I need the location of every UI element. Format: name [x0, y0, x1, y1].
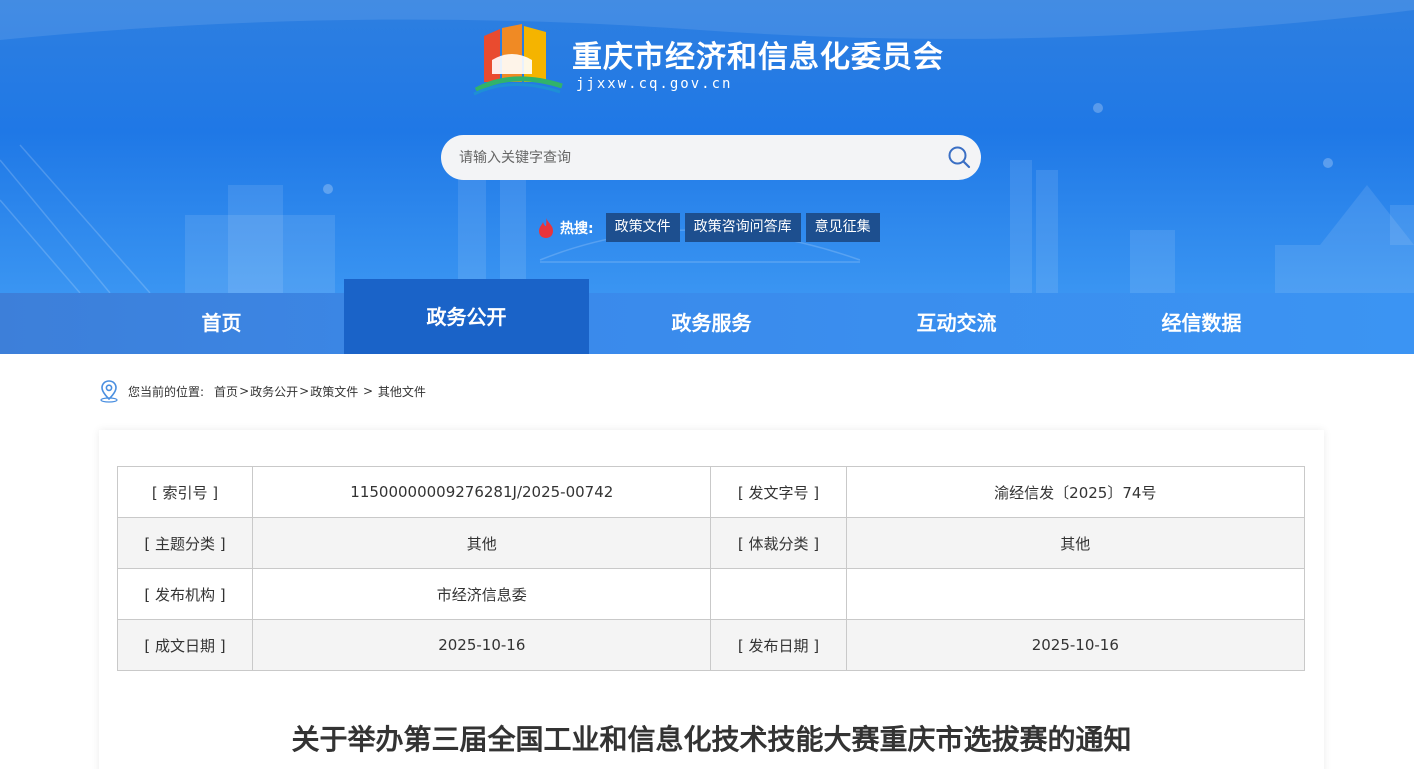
nav-item-home[interactable]: 首页	[99, 293, 344, 354]
hot-search: 热搜: 政策文件 政策咨询问答库 意见征集	[536, 213, 885, 242]
nav-item-government-services[interactable]: 政务服务	[589, 293, 834, 354]
breadcrumb-label: 您当前的位置:	[128, 384, 205, 399]
meta-key	[710, 568, 847, 620]
hot-tag-policy-files[interactable]: 政策文件	[605, 213, 680, 242]
meta-value: 渝经信发〔2025〕74号	[845, 466, 1306, 518]
table-row: [ 索引号 ] 11500000009276281J/2025-00742 [ …	[116, 466, 1306, 518]
breadcrumb-policy-files[interactable]: 政策文件	[310, 383, 358, 400]
search-input[interactable]	[459, 135, 929, 180]
hot-tag-opinion-collection[interactable]: 意见征集	[805, 213, 880, 242]
nav-item-economic-data[interactable]: 经信数据	[1079, 293, 1324, 354]
breadcrumb: 您当前的位置: 首页 > 政务公开 > 政策文件 > 其他文件	[98, 379, 426, 403]
meta-value: 市经济信息委	[252, 568, 712, 620]
meta-key: [ 索引号 ]	[116, 466, 254, 518]
site-domain: jjxxw.cq.gov.cn	[576, 76, 733, 92]
nav-item-government-affairs[interactable]: 政务公开	[344, 279, 589, 354]
breadcrumb-government-affairs[interactable]: 政务公开	[250, 383, 298, 400]
location-pin-icon	[100, 380, 118, 403]
meta-value: 其他	[845, 517, 1306, 569]
table-row: [ 发布机构 ] 市经济信息委	[116, 568, 1306, 620]
meta-value: 其他	[252, 517, 712, 569]
search-icon[interactable]	[947, 145, 971, 169]
search-bar	[441, 135, 981, 180]
meta-key: [ 发布机构 ]	[116, 568, 254, 620]
site-logo	[473, 24, 563, 96]
table-row: [ 主题分类 ] 其他 [ 体裁分类 ] 其他	[116, 517, 1306, 569]
site-header: 重庆市经济和信息化委员会 jjxxw.cq.gov.cn 热搜: 政策文件 政策…	[0, 0, 1414, 293]
document-meta-table: [ 索引号 ] 11500000009276281J/2025-00742 [ …	[116, 466, 1306, 671]
meta-value: 2025-10-16	[252, 619, 712, 671]
meta-value: 2025-10-16	[845, 619, 1306, 671]
meta-key: [ 发布日期 ]	[710, 619, 847, 671]
article-card: [ 索引号 ] 11500000009276281J/2025-00742 [ …	[99, 430, 1324, 769]
main-nav: 首页 政务公开 政务服务 互动交流 经信数据	[0, 279, 1414, 354]
article-title: 关于举办第三届全国工业和信息化技术技能大赛重庆市选拔赛的通知	[291, 723, 1132, 756]
meta-value	[845, 568, 1306, 620]
hot-tag-policy-qa[interactable]: 政策咨询问答库	[684, 213, 801, 242]
nav-item-interaction[interactable]: 互动交流	[834, 293, 1079, 354]
meta-key: [ 发文字号 ]	[710, 466, 847, 518]
fire-icon	[539, 217, 553, 238]
meta-key: [ 主题分类 ]	[116, 517, 254, 569]
meta-value: 11500000009276281J/2025-00742	[252, 466, 712, 518]
meta-key: [ 成文日期 ]	[116, 619, 254, 671]
hot-search-label: 热搜:	[560, 220, 594, 237]
meta-key: [ 体裁分类 ]	[710, 517, 847, 569]
breadcrumb-home[interactable]: 首页	[214, 383, 238, 400]
table-row: [ 成文日期 ] 2025-10-16 [ 发布日期 ] 2025-10-16	[116, 619, 1306, 671]
site-title: 重庆市经济和信息化委员会	[572, 40, 944, 75]
breadcrumb-other-files[interactable]: 其他文件	[378, 383, 426, 400]
